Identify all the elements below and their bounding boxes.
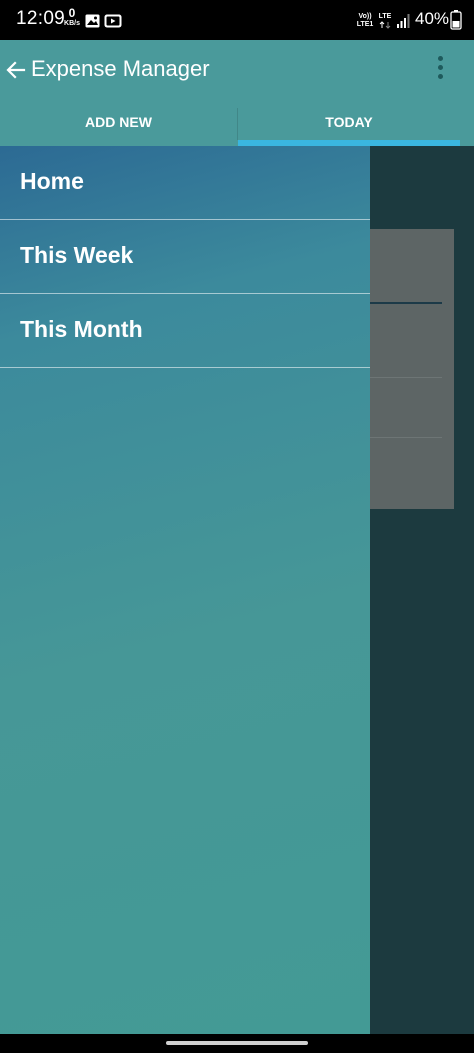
background-card	[370, 229, 454, 509]
app-title: Expense Manager	[31, 56, 210, 81]
arrow-back-icon[interactable]	[4, 58, 28, 82]
status-bar: 12:09 0 KB/s Vo)) LTE1 LTE 40%	[0, 0, 474, 40]
battery-icon	[450, 10, 462, 30]
lte1-label: LTE1	[356, 21, 374, 28]
drawer-item-this-week[interactable]: This Week	[0, 220, 370, 294]
drawer-item-label: This Week	[20, 242, 134, 268]
system-nav-bar	[0, 1034, 474, 1053]
background-card-separator	[370, 377, 442, 378]
network-speed-value: 0	[68, 6, 76, 20]
tab-today[interactable]: TODAY	[238, 114, 460, 138]
network-speed-unit: KB/s	[64, 20, 80, 27]
lte-label: LTE	[378, 13, 392, 20]
tab-add-new-label: ADD NEW	[85, 114, 152, 130]
gesture-handle[interactable]	[166, 1041, 308, 1045]
app-bar: Expense Manager ADD NEW TODAY	[0, 40, 474, 146]
more-vert-icon[interactable]	[430, 56, 450, 84]
background-card-divider	[370, 302, 442, 304]
drawer-item-label: This Month	[20, 316, 143, 342]
background-card-separator	[370, 437, 442, 438]
gallery-icon	[85, 14, 100, 28]
data-arrows-icon	[379, 21, 391, 29]
lte-indicator: LTE	[377, 13, 393, 32]
volte-label: Vo))	[358, 13, 372, 20]
tab-add-new[interactable]: ADD NEW	[0, 114, 237, 138]
tab-today-label: TODAY	[325, 114, 373, 130]
signal-icon	[397, 14, 410, 28]
drawer-item-label: Home	[20, 168, 84, 194]
drawer-item-home[interactable]: Home	[0, 146, 370, 220]
volte-indicator: Vo)) LTE1	[355, 13, 375, 29]
youtube-icon	[104, 14, 122, 28]
status-time: 12:09	[16, 8, 66, 29]
drawer-item-this-month[interactable]: This Month	[0, 294, 370, 368]
battery-percent: 40%	[415, 9, 450, 28]
network-speed: 0 KB/s	[62, 6, 82, 28]
